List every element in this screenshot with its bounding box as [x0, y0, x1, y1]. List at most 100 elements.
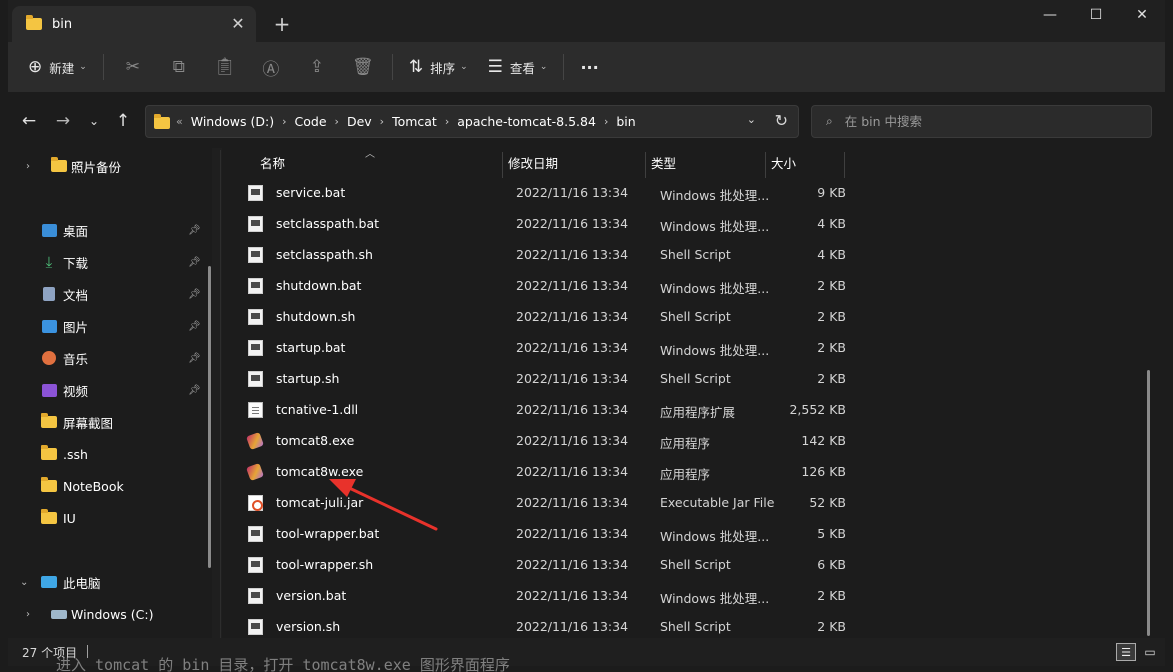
- sidebar-item-label: 下载: [63, 255, 89, 271]
- new-button[interactable]: ⊕ 新建 ⌄: [18, 50, 97, 84]
- sidebar-item-videos[interactable]: 视频 📌︎: [8, 376, 208, 404]
- file-row[interactable]: tool-wrapper.sh 2022/11/16 13:34 Shell Scr…: [238, 550, 848, 581]
- close-tab-icon[interactable]: ✕: [228, 14, 248, 34]
- pin-icon[interactable]: 📌︎: [188, 353, 201, 364]
- file-row[interactable]: version.sh 2022/11/16 13:34 Shell Script 2 …: [238, 612, 848, 638]
- back-arrow-icon[interactable]: ←: [16, 110, 42, 134]
- breadcrumb-code[interactable]: Code: [295, 114, 327, 129]
- file-row[interactable]: shutdown.bat 2022/11/16 13:34 Windows 批处理.…: [238, 271, 848, 302]
- column-type[interactable]: 类型: [643, 148, 763, 180]
- details-view-icon[interactable]: ☰: [1116, 643, 1136, 661]
- chevron-right-icon: ›: [334, 115, 339, 128]
- pane-divider[interactable]: [220, 150, 221, 640]
- recent-chevron-icon[interactable]: ⌄: [81, 110, 107, 134]
- maximize-button[interactable]: ☐: [1074, 4, 1118, 28]
- file-row[interactable]: tomcat-juli.jar 2022/11/16 13:34 Executabl…: [238, 488, 848, 519]
- file-size: 9 KB: [817, 185, 846, 200]
- delete-icon[interactable]: 🗑︎: [340, 57, 386, 77]
- file-name: version.sh: [276, 619, 341, 634]
- sidebar-item-notebook[interactable]: NoteBook: [8, 472, 208, 500]
- address-dropdown-icon[interactable]: ⌄: [747, 113, 756, 126]
- pin-icon[interactable]: 📌︎: [188, 257, 201, 268]
- file-row[interactable]: service.bat 2022/11/16 13:34 Windows 批处理..…: [238, 178, 848, 209]
- address-bar[interactable]: « Windows (D:) › Code › Dev › Tomcat › a…: [145, 105, 799, 138]
- folder-icon: [154, 113, 170, 129]
- sidebar-item-screenshots[interactable]: 屏幕截图: [8, 408, 208, 436]
- rename-icon[interactable]: Ⓐ: [248, 55, 294, 80]
- pictures-icon: [41, 319, 57, 333]
- pin-icon[interactable]: 📌︎: [188, 385, 201, 396]
- dll-file-icon: [248, 402, 263, 418]
- file-row[interactable]: tcnative-1.dll 2022/11/16 13:34 应用程序扩展 2,55…: [238, 395, 848, 426]
- folder-icon: [26, 15, 42, 30]
- sidebar-item-photo-backup[interactable]: › 照片备份: [8, 152, 208, 180]
- file-row[interactable]: tool-wrapper.bat 2022/11/16 13:34 Windows …: [238, 519, 848, 550]
- file-row[interactable]: setclasspath.bat 2022/11/16 13:34 Windows …: [238, 209, 848, 240]
- file-row[interactable]: startup.sh 2022/11/16 13:34 Shell Script 2 …: [238, 364, 848, 395]
- new-tab-button[interactable]: +: [270, 13, 294, 37]
- column-date[interactable]: 修改日期: [500, 148, 640, 180]
- file-name: tcnative-1.dll: [276, 402, 359, 417]
- sidebar-item-windows-c[interactable]: › Windows (C:): [8, 600, 208, 628]
- column-size[interactable]: 大小: [763, 148, 843, 180]
- tab-bin[interactable]: bin ✕: [12, 6, 256, 42]
- chevron-right-icon[interactable]: ›: [26, 609, 30, 620]
- file-row[interactable]: tomcat8w.exe 2022/11/16 13:34 应用程序 126 KB: [238, 457, 848, 488]
- sidebar-item-label: IU: [63, 510, 76, 526]
- sidebar-item-ssh[interactable]: .ssh: [8, 440, 208, 468]
- breadcrumb-drive[interactable]: Windows (D:): [191, 114, 274, 129]
- file-row[interactable]: shutdown.sh 2022/11/16 13:34 Shell Script 2…: [238, 302, 848, 333]
- bat-file-icon: [248, 371, 263, 387]
- pin-icon[interactable]: 📌︎: [188, 321, 201, 332]
- chevron-down-icon[interactable]: ⌄: [20, 577, 28, 588]
- breadcrumb-bin[interactable]: bin: [616, 114, 635, 129]
- sort-label: 排序: [430, 60, 456, 76]
- pin-icon[interactable]: 📌︎: [188, 225, 201, 236]
- share-icon[interactable]: ⇪: [294, 57, 340, 77]
- file-row[interactable]: version.bat 2022/11/16 13:34 Windows 批处理..…: [238, 581, 848, 612]
- minimize-button[interactable]: —: [1028, 4, 1072, 28]
- sidebar-item-downloads[interactable]: ⤓ 下载 📌︎: [8, 248, 208, 276]
- cut-icon[interactable]: ✂: [110, 57, 156, 77]
- folder-icon: [41, 509, 57, 525]
- file-list-scrollbar[interactable]: [1147, 370, 1150, 636]
- file-row[interactable]: setclasspath.sh 2022/11/16 13:34 Shell Scr…: [238, 240, 848, 271]
- search-box[interactable]: ⌕: [811, 105, 1152, 138]
- sidebar-item-documents[interactable]: 文档 📌︎: [8, 280, 208, 308]
- breadcrumb-overflow-icon[interactable]: «: [176, 115, 183, 128]
- plus-circle-icon: ⊕: [28, 57, 43, 77]
- forward-arrow-icon[interactable]: →: [50, 110, 76, 134]
- copy-icon[interactable]: ⧉: [156, 57, 202, 77]
- chevron-down-icon: ⌄: [460, 62, 468, 72]
- bat-file-icon: [248, 588, 263, 604]
- breadcrumb-apache-tomcat[interactable]: apache-tomcat-8.5.84: [457, 114, 596, 129]
- more-options-button[interactable]: ···: [570, 50, 608, 84]
- chevron-right-icon[interactable]: ›: [26, 161, 30, 172]
- sort-button[interactable]: ⇅ 排序 ⌄: [399, 50, 478, 84]
- breadcrumb-dev[interactable]: Dev: [347, 114, 372, 129]
- file-row[interactable]: startup.bat 2022/11/16 13:34 Windows 批处理..…: [238, 333, 848, 364]
- column-divider[interactable]: [844, 152, 845, 178]
- file-row[interactable]: tomcat8.exe 2022/11/16 13:34 应用程序 142 KB: [238, 426, 848, 457]
- breadcrumb-tomcat[interactable]: Tomcat: [392, 114, 437, 129]
- refresh-icon[interactable]: ↻: [775, 111, 788, 130]
- column-name[interactable]: 名称: [252, 148, 492, 180]
- sidebar-item-pictures[interactable]: 图片 📌︎: [8, 312, 208, 340]
- file-size: 2,552 KB: [789, 402, 846, 417]
- file-name: startup.bat: [276, 340, 346, 355]
- paste-icon[interactable]: 📋︎: [202, 57, 248, 77]
- sidebar-item-label: .ssh: [63, 446, 88, 462]
- search-input[interactable]: [844, 114, 1125, 129]
- sidebar-scrollbar[interactable]: [208, 266, 211, 568]
- view-button[interactable]: ☰ 查看 ⌄: [478, 50, 558, 84]
- close-window-button[interactable]: ✕: [1120, 4, 1164, 28]
- sidebar-item-this-pc[interactable]: ⌄ 此电脑: [8, 568, 208, 596]
- bat-file-icon: [248, 526, 263, 542]
- pin-icon[interactable]: 📌︎: [188, 289, 201, 300]
- exe-file-icon: [246, 432, 264, 450]
- sidebar-item-iu[interactable]: IU: [8, 504, 208, 532]
- tiles-view-icon[interactable]: ▭: [1140, 643, 1160, 661]
- sidebar-item-music[interactable]: 音乐 📌︎: [8, 344, 208, 372]
- sidebar-item-desktop[interactable]: 桌面 📌︎: [8, 216, 208, 244]
- up-arrow-icon[interactable]: ↑: [110, 110, 136, 134]
